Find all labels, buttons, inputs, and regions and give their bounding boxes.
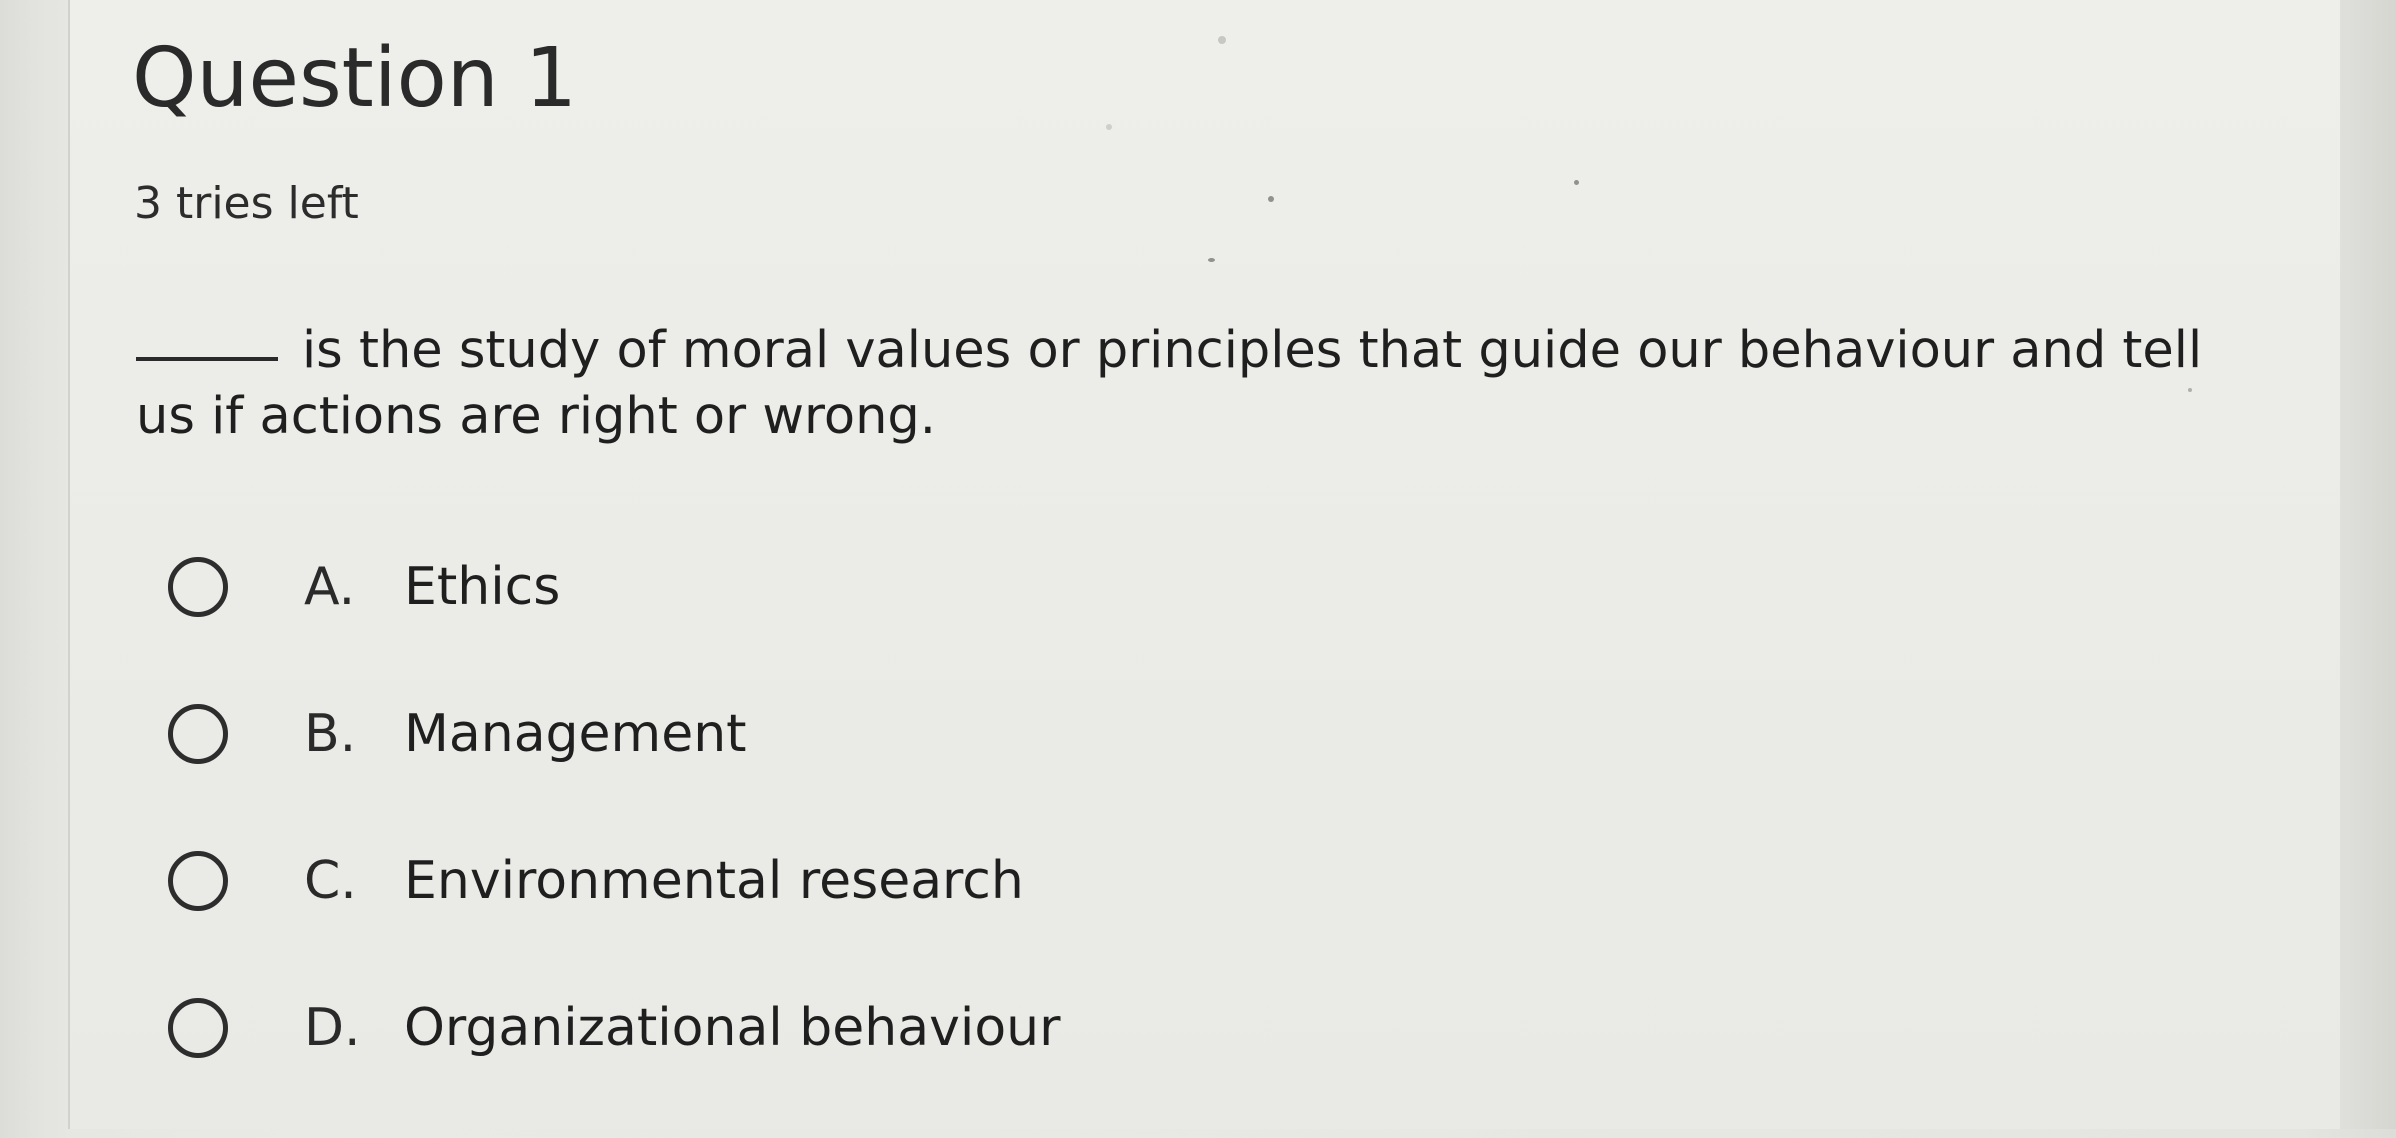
answer-blank <box>136 357 278 361</box>
screen-speck <box>1218 36 1226 44</box>
screen-speck <box>1106 124 1112 130</box>
radio-button-a[interactable] <box>168 557 228 617</box>
tries-left-text: 3 tries left <box>134 178 359 229</box>
option-letter: B. <box>304 704 357 764</box>
screen-speck <box>1268 196 1274 202</box>
screen-speck <box>2188 388 2192 392</box>
option-letter: C. <box>304 851 357 911</box>
screen-speck <box>1574 180 1579 185</box>
radio-button-c[interactable] <box>168 851 228 911</box>
option-a[interactable]: A. Ethics <box>168 550 1060 624</box>
option-label: Management <box>404 704 747 764</box>
option-d[interactable]: D. Organizational behaviour <box>168 991 1060 1065</box>
question-prompt: is the study of moral values or principl… <box>136 318 2236 450</box>
option-b[interactable]: B. Management <box>168 697 1060 771</box>
radio-button-b[interactable] <box>168 704 228 764</box>
question-title: Question 1 <box>132 31 577 126</box>
option-label: Ethics <box>404 557 561 617</box>
screen-speck <box>1208 258 1215 262</box>
option-c[interactable]: C. Environmental research <box>168 844 1060 918</box>
radio-button-d[interactable] <box>168 998 228 1058</box>
option-letter: D. <box>304 998 361 1058</box>
page-edge <box>2340 0 2396 1129</box>
option-letter: A. <box>304 557 356 617</box>
answer-options: A. Ethics B. Management C. Environmental… <box>168 550 1060 1138</box>
option-label: Environmental research <box>404 851 1024 911</box>
question-text: is the study of moral values or principl… <box>136 321 2203 446</box>
option-label: Organizational behaviour <box>404 998 1061 1058</box>
